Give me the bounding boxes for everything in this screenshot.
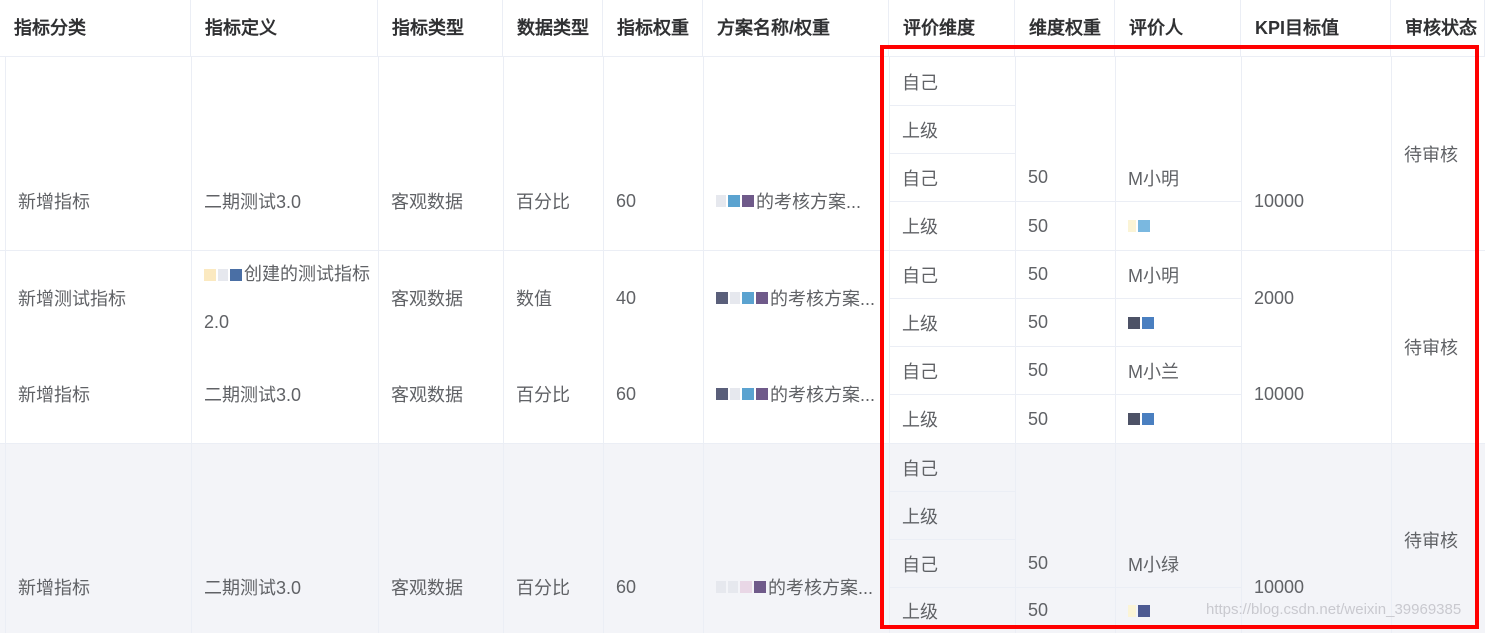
plan-name: 的考核方案... [756,192,862,212]
cell-weight: 60 [616,576,637,597]
redacted-name [728,195,740,207]
redacted-name [218,269,228,282]
col-divider [378,57,379,633]
cell-type: 客观数据 [391,385,463,405]
redacted-name [742,195,754,207]
cell-category: 新增测试指标 [18,289,126,309]
redacted-name [742,292,754,304]
col-divider [5,57,6,633]
col-divider [503,57,504,633]
redacted-name [742,388,754,400]
cell-category: 新增指标 [18,192,90,212]
plan-name: 的考核方案... [770,385,876,405]
cell-plan[interactable]: 的考核方案... [703,370,889,418]
redacted-name [716,388,728,400]
redacted-name [716,581,726,593]
cell-weight: 60 [616,190,637,211]
redacted-name [730,292,740,304]
cell-type: 客观数据 [391,578,463,598]
watermark-text: https://blog.csdn.net/weixin_39969385 [1206,601,1462,618]
redacted-name [230,269,242,282]
header-definition: 指标定义 [191,0,378,57]
cell-type: 客观数据 [391,192,463,212]
cell-data-type: 数值 [516,289,552,309]
col-divider [703,57,704,633]
redacted-name [716,292,728,304]
cell-weight: 40 [616,287,637,308]
cell-definition-text: 创建的测试指标2.0 [204,264,370,332]
cell-plan[interactable]: 的考核方案... [703,274,889,322]
cell-definition: 二期测试3.0 [204,385,302,405]
cell-plan[interactable]: 的考核方案... [703,563,889,611]
plan-name: 的考核方案... [770,289,876,309]
header-weight: 指标权重 [603,0,703,57]
header-plan: 方案名称/权重 [703,0,889,57]
col-divider [603,57,604,633]
redacted-name [716,195,726,207]
redacted-name [756,388,768,400]
redacted-name [204,269,216,282]
header-category: 指标分类 [0,0,191,57]
redacted-name [754,581,766,593]
cell-definition: 创建的测试指标2.0 [191,250,378,346]
cell-definition: 二期测试3.0 [204,192,302,212]
highlight-box [880,45,1479,629]
kpi-table: 指标分类 指标定义 指标类型 数据类型 指标权重 方案名称/权重 评价维度 维度… [0,0,1485,633]
redacted-name [756,292,768,304]
header-type: 指标类型 [378,0,503,57]
cell-plan[interactable]: 的考核方案... [703,177,889,225]
cell-category: 新增指标 [18,578,90,598]
cell-data-type: 百分比 [516,192,570,212]
redacted-name [728,581,738,593]
header-data-type: 数据类型 [503,0,603,57]
cell-definition: 二期测试3.0 [204,578,302,598]
cell-data-type: 百分比 [516,578,570,598]
redacted-name [740,581,752,593]
plan-name: 的考核方案... [768,578,874,598]
cell-type: 客观数据 [391,289,463,309]
cell-weight: 60 [616,383,637,404]
redacted-name [730,388,740,400]
cell-data-type: 百分比 [516,385,570,405]
cell-category: 新增指标 [18,385,90,405]
